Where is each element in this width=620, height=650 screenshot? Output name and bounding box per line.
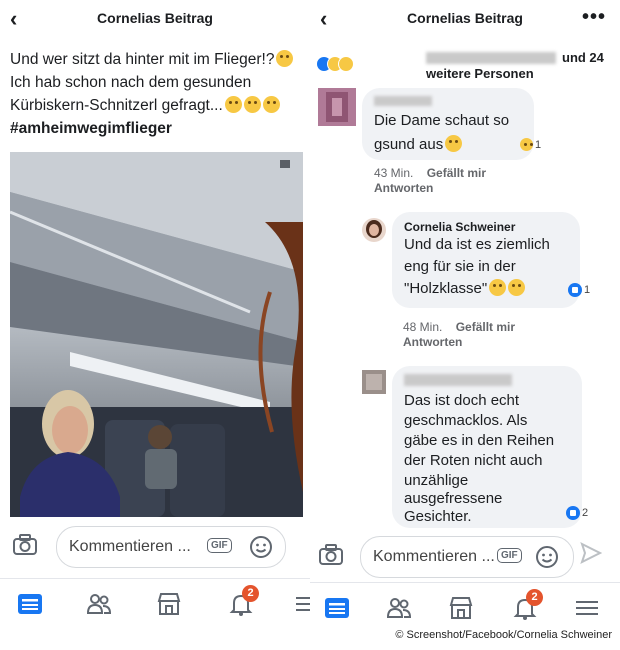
reply-link[interactable]: Antworten (403, 335, 462, 349)
post-line-3: Kürbiskern-Schnitzerl gefragt... (10, 97, 223, 114)
menu-icon[interactable] (296, 591, 310, 617)
page-title: Cornelias Beitrag (97, 10, 213, 26)
comment-text: Und da ist es ziemlich (404, 236, 550, 253)
notification-badge: 2 (242, 585, 259, 602)
post-text: Und wer sitzt da hinter mit im Flieger!?… (10, 48, 302, 140)
reply-link[interactable]: Antworten (374, 181, 433, 195)
comment-time: 43 Min. (374, 166, 414, 180)
smirk-emoji-icon (445, 135, 463, 152)
haha-reaction-icon (520, 138, 533, 151)
comment-meta: 48 Min. Gefällt mir Antworten (403, 320, 515, 350)
post-header: ‹ Cornelias Beitrag (0, 0, 310, 38)
friends-icon[interactable] (86, 591, 112, 617)
comment-composer: Kommentieren ... GIF (0, 522, 310, 572)
reactions-count-text: und 24 (562, 50, 604, 65)
comment-text-2: eng für sie in der (404, 258, 516, 275)
comment-bubble[interactable]: Die Dame schaut so gsund aus 1 (362, 88, 541, 160)
avatar[interactable] (362, 370, 386, 394)
comment-text-2: gsund aus (374, 136, 444, 153)
post-photo[interactable] (10, 152, 303, 517)
notifications-button[interactable]: 2 (512, 589, 543, 621)
comment-text: Das ist doch echt (404, 392, 520, 409)
gif-icon[interactable]: GIF (207, 538, 232, 553)
news-feed-icon[interactable] (17, 591, 43, 617)
comment-placeholder: Kommentieren ... (69, 538, 191, 555)
reaction-count: 1 (535, 138, 542, 151)
like-link[interactable]: Gefällt mir (427, 166, 486, 180)
send-icon[interactable] (580, 542, 602, 564)
reaction-count: 2 (582, 507, 589, 519)
laughing-emoji-icon (262, 96, 280, 113)
reactions-count-text-2: weitere Personen (426, 66, 534, 81)
reactions-summary[interactable]: und 24 weitere Personen (316, 50, 616, 90)
left-screenshot-panel: ‹ Cornelias Beitrag Und wer sitzt da hin… (0, 0, 310, 625)
like-reaction-icon (566, 506, 580, 520)
emoji-smiley-icon[interactable] (535, 545, 559, 569)
post-line-2: Ich hab schon nach dem gesunden (10, 74, 252, 91)
comment-placeholder: Kommentieren ... (373, 548, 495, 565)
comment-text-2: geschmacklos. Als (404, 412, 528, 429)
emoji-smiley-icon[interactable] (249, 535, 273, 559)
right-screenshot-panel: ‹ Cornelias Beitrag ••• und 24 weitere P… (310, 0, 620, 625)
bottom-navigation: 2 (310, 582, 620, 625)
comment-bubble[interactable]: Cornelia Schweiner Und da ist es ziemlic… (392, 212, 580, 308)
camera-icon[interactable] (318, 542, 344, 568)
comment-input[interactable]: Kommentieren ... GIF (56, 526, 286, 568)
comment-text-3: "Holzklasse" (404, 280, 488, 297)
bottom-navigation: 2 (0, 578, 310, 625)
flushed-face-emoji-icon (276, 50, 294, 67)
gif-icon[interactable]: GIF (497, 548, 522, 563)
avatar[interactable] (362, 218, 386, 242)
like-link[interactable]: Gefällt mir (456, 320, 515, 334)
image-credit: © Screenshot/Facebook/Cornelia Schweiner (395, 629, 612, 641)
post-line-1: Und wer sitzt da hinter mit im Flieger!? (10, 51, 275, 68)
wow-reaction-icon (338, 56, 354, 72)
notification-badge: 2 (526, 589, 543, 606)
avatar[interactable] (318, 88, 356, 126)
post-hashtag[interactable]: #amheimwegimflieger (10, 117, 302, 140)
comment-meta: 43 Min. Gefällt mir Antworten (374, 166, 486, 196)
comment-reaction-chip[interactable]: 2 (566, 506, 588, 520)
comments-header: ‹ Cornelias Beitrag ••• (310, 0, 620, 38)
blurred-commenter-name (374, 96, 432, 106)
comment-text-4: der Roten nicht auch (404, 452, 543, 469)
news-feed-icon[interactable] (324, 595, 350, 621)
more-options-icon[interactable]: ••• (582, 6, 606, 29)
comment-composer: Kommentieren ... GIF (310, 532, 620, 582)
comment-time: 48 Min. (403, 320, 443, 334)
commenter-name[interactable]: Cornelia Schweiner (404, 220, 515, 234)
marketplace-icon[interactable] (156, 591, 182, 617)
laughing-emoji-icon (489, 279, 507, 296)
comment-reaction-chip[interactable]: 1 (568, 283, 590, 297)
comment-text-3: gäbe es in den Reihen (404, 432, 555, 449)
page-title: Cornelias Beitrag (407, 10, 523, 26)
reaction-count: 1 (584, 284, 591, 296)
comment-text-7: Gesichter. (404, 508, 472, 525)
menu-icon[interactable] (574, 595, 600, 621)
scream-emoji-icon (508, 279, 526, 296)
notifications-button[interactable]: 2 (228, 585, 259, 617)
tongue-face-emoji-icon (224, 96, 242, 113)
friends-icon[interactable] (386, 595, 412, 621)
blurred-names (426, 52, 556, 64)
comment-reaction-chip[interactable]: 1 (520, 138, 541, 151)
comment-bubble[interactable]: Das ist doch echt geschmacklos. Als gäbe… (392, 366, 582, 528)
blurred-commenter-name (404, 374, 512, 386)
comment-text: Die Dame schaut so (374, 112, 510, 129)
camera-icon[interactable] (12, 532, 38, 558)
like-reaction-icon (568, 283, 582, 297)
comment-input[interactable]: Kommentieren ... GIF (360, 536, 574, 578)
laughing-emoji-icon (243, 96, 261, 113)
marketplace-icon[interactable] (448, 595, 474, 621)
